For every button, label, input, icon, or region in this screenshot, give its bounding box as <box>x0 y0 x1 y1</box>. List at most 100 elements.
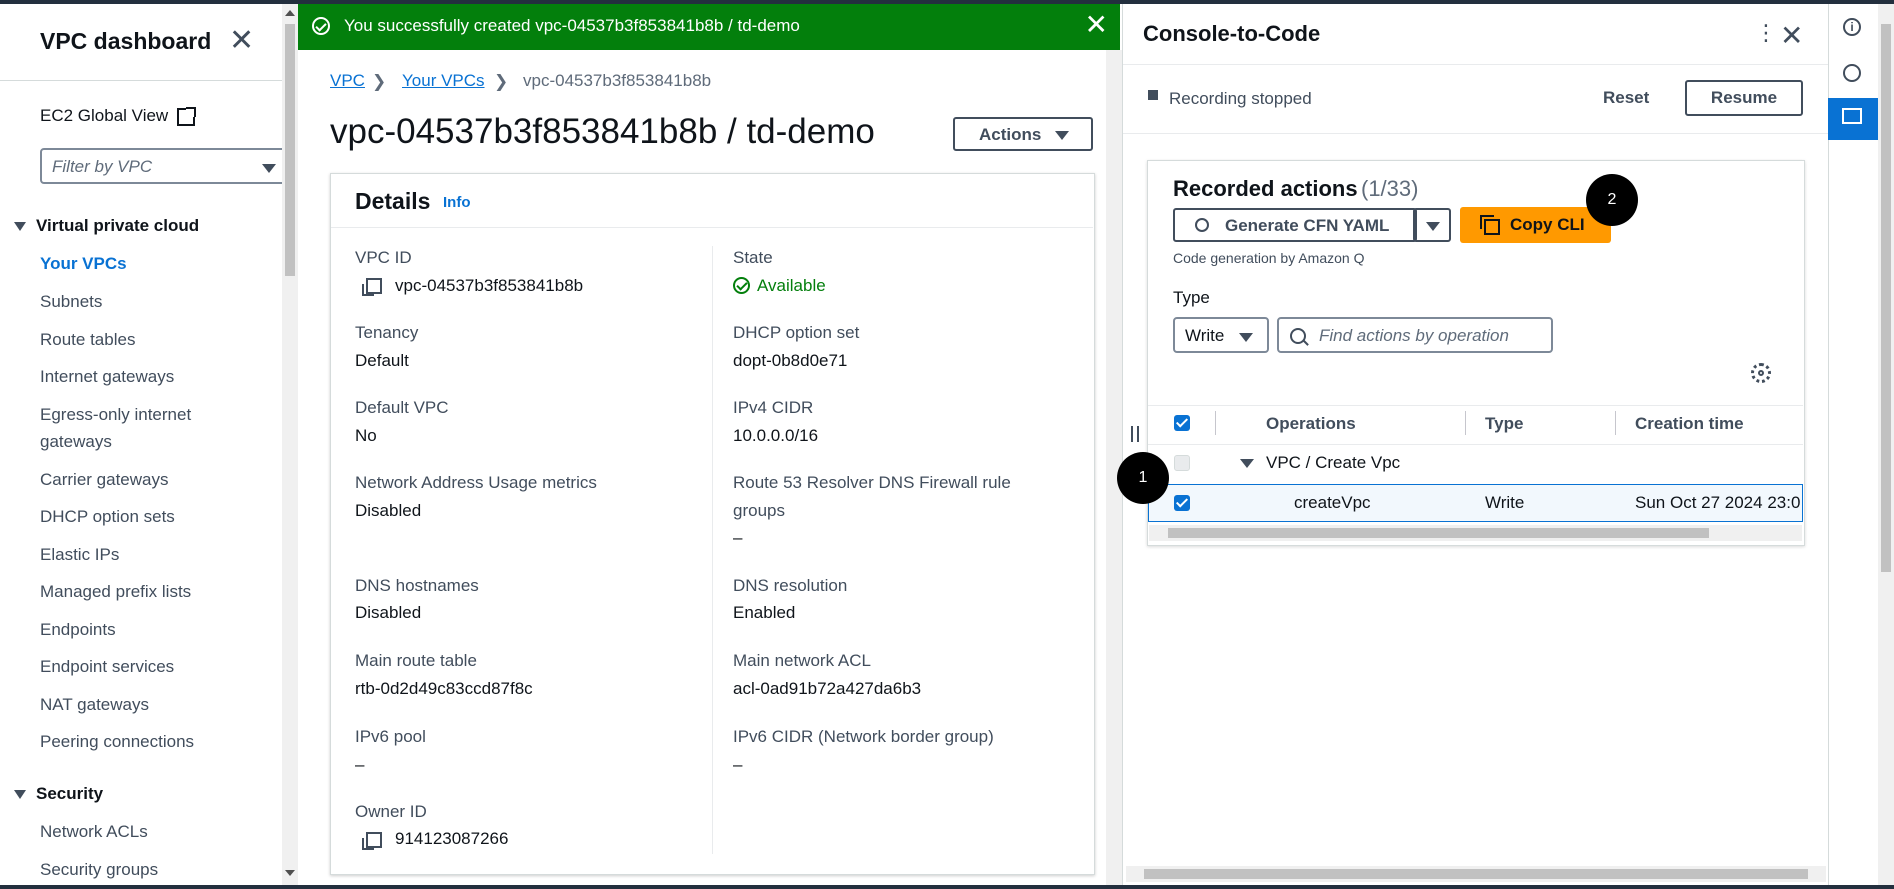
column-type[interactable]: Type <box>1485 414 1523 434</box>
expand-icon[interactable] <box>1240 459 1254 468</box>
main-network-acl-label: Main network ACL <box>733 651 871 670</box>
main-route-table-label: Main route table <box>355 651 477 670</box>
dns-firewall-label-line2: groups <box>733 501 785 520</box>
page-scrollbar-thumb[interactable] <box>1881 24 1891 572</box>
copy-icon[interactable] <box>362 278 382 296</box>
close-icon[interactable]: ✕ <box>1780 22 1803 50</box>
panel-scrollbar-thumb[interactable] <box>1144 869 1808 879</box>
sidebar-item-route-tables[interactable]: Route tables <box>40 330 135 350</box>
code-icon <box>1842 108 1862 124</box>
recorded-actions-count: (1/33) <box>1361 176 1419 201</box>
operation-cell: createVpc <box>1294 493 1371 512</box>
sidebar-item-endpoint-services[interactable]: Endpoint services <box>40 657 174 677</box>
breadcrumb-vpc[interactable]: VPC <box>330 71 365 91</box>
divider <box>0 80 282 81</box>
amazon-q-icon[interactable] <box>1843 64 1861 82</box>
owner-id-label: Owner ID <box>355 802 427 821</box>
breadcrumb-your-vpcs[interactable]: Your VPCs <box>402 71 485 91</box>
ipv6-pool-label: IPv6 pool <box>355 727 426 746</box>
collapse-icon <box>14 222 26 232</box>
actions-button[interactable]: Actions <box>953 117 1093 151</box>
sidebar-item-your-vpcs[interactable]: Your VPCs <box>40 254 127 274</box>
nau-metrics-label: Network Address Usage metrics <box>355 473 597 492</box>
nau-metrics-value: Disabled <box>355 501 422 520</box>
breadcrumb-current: vpc-04537b3f853841b8b <box>523 71 712 90</box>
main-route-table-link[interactable]: rtb-0d2d49c83ccd87f8c <box>355 679 533 699</box>
check-circle-icon <box>733 277 750 294</box>
copy-icon[interactable] <box>362 832 382 850</box>
dns-firewall-value: – <box>733 528 743 547</box>
success-message: You successfully created vpc-04537b3f853… <box>344 16 800 35</box>
sidebar-item-security-groups[interactable]: Security groups <box>40 860 158 880</box>
divider <box>1123 64 1828 65</box>
ec2-global-view-link[interactable]: EC2 Global View <box>40 106 168 126</box>
sidebar-item-nat-gateways[interactable]: NAT gateways <box>40 695 149 715</box>
sidebar-item-elastic-ips[interactable]: Elastic IPs <box>40 545 119 565</box>
collapse-icon <box>14 790 26 800</box>
column-divider[interactable] <box>1615 411 1616 435</box>
ipv6-cidr-label: IPv6 CIDR (Network border group) <box>733 727 994 746</box>
group-checkbox <box>1174 455 1190 471</box>
sidebar-item-endpoints[interactable]: Endpoints <box>40 620 116 640</box>
type-select[interactable]: Write <box>1173 317 1269 353</box>
page-title: vpc-04537b3f853841b8b / td-demo <box>330 112 875 151</box>
divider <box>331 227 1093 228</box>
dns-hostnames-label: DNS hostnames <box>355 576 479 595</box>
sidebar-scrollbar-thumb[interactable] <box>285 24 295 276</box>
group-label: VPC / Create Vpc <box>1266 453 1401 472</box>
chevron-down-icon <box>1055 131 1069 140</box>
panel-resize-handle[interactable] <box>1131 426 1139 442</box>
column-divider[interactable] <box>1465 411 1466 435</box>
sidebar-item-managed-prefix-lists[interactable]: Managed prefix lists <box>40 582 191 602</box>
actions-label: Actions <box>979 125 1042 144</box>
settings-icon[interactable] <box>1751 363 1771 383</box>
close-icon[interactable]: ✕ <box>229 26 254 56</box>
chevron-down-icon <box>1239 333 1253 342</box>
resume-button[interactable]: Resume <box>1685 80 1803 116</box>
generate-cfn-yaml-button[interactable]: Generate CFN YAML <box>1173 208 1417 242</box>
section-security[interactable]: Security <box>14 784 103 804</box>
chevron-down-icon <box>262 164 276 173</box>
row-checkbox[interactable] <box>1174 495 1190 511</box>
dns-hostnames-value: Disabled <box>355 603 422 622</box>
section-virtual-private-cloud[interactable]: Virtual private cloud <box>14 216 199 236</box>
dns-resolution-label: DNS resolution <box>733 576 848 595</box>
scroll-down-icon[interactable] <box>285 870 295 876</box>
vpc-filter-select[interactable]: Filter by VPC <box>40 148 290 184</box>
reset-button[interactable]: Reset <box>1603 88 1649 108</box>
find-actions-input[interactable]: Find actions by operation <box>1277 317 1553 353</box>
dhcp-option-set-link[interactable]: dopt-0b8d0e71 <box>733 351 847 371</box>
success-icon <box>312 17 330 35</box>
more-options-icon[interactable]: ⋮ <box>1755 22 1777 44</box>
sidebar-item-internet-gateways[interactable]: Internet gateways <box>40 367 174 387</box>
sidebar-item-network-acls[interactable]: Network ACLs <box>40 822 148 842</box>
state-label: State <box>733 248 773 267</box>
sidebar-item-egress-only-internet-gateways-line2[interactable]: gateways <box>40 432 112 452</box>
code-generation-note: Code generation by Amazon Q <box>1173 250 1365 266</box>
column-creation-time[interactable]: Creation time <box>1635 414 1744 434</box>
close-icon[interactable]: ✕ <box>1085 11 1108 39</box>
sidebar-item-egress-only-internet-gateways[interactable]: Egress-only internet <box>40 405 191 425</box>
vpc-id-value: vpc-04537b3f853841b8b <box>395 276 584 295</box>
main-network-acl-link[interactable]: acl-0ad91b72a427da6b3 <box>733 679 921 699</box>
select-all-checkbox[interactable] <box>1174 415 1190 431</box>
sidebar-item-subnets[interactable]: Subnets <box>40 292 102 312</box>
sidebar-title: VPC dashboard <box>40 28 212 54</box>
type-value: Write <box>1185 326 1225 345</box>
info-icon[interactable]: i <box>1843 18 1861 36</box>
sidebar-item-peering-connections[interactable]: Peering connections <box>40 732 194 752</box>
tenancy-value: Default <box>355 351 409 370</box>
recording-status: Recording stopped <box>1169 89 1312 108</box>
table-scrollbar-thumb[interactable] <box>1168 528 1709 538</box>
dns-firewall-label: Route 53 Resolver DNS Firewall rule <box>733 473 1011 492</box>
scroll-up-icon[interactable] <box>285 10 295 16</box>
info-link[interactable]: Info <box>443 194 471 211</box>
state-value: Available <box>757 276 826 295</box>
success-banner: You successfully created vpc-04537b3f853… <box>298 4 1120 50</box>
search-icon <box>1290 328 1306 344</box>
column-operations[interactable]: Operations <box>1266 414 1356 434</box>
sidebar-item-carrier-gateways[interactable]: Carrier gateways <box>40 470 169 490</box>
generate-label: Generate CFN YAML <box>1225 216 1390 235</box>
generate-options-dropdown[interactable] <box>1413 208 1451 242</box>
sidebar-item-dhcp-option-sets[interactable]: DHCP option sets <box>40 507 175 527</box>
